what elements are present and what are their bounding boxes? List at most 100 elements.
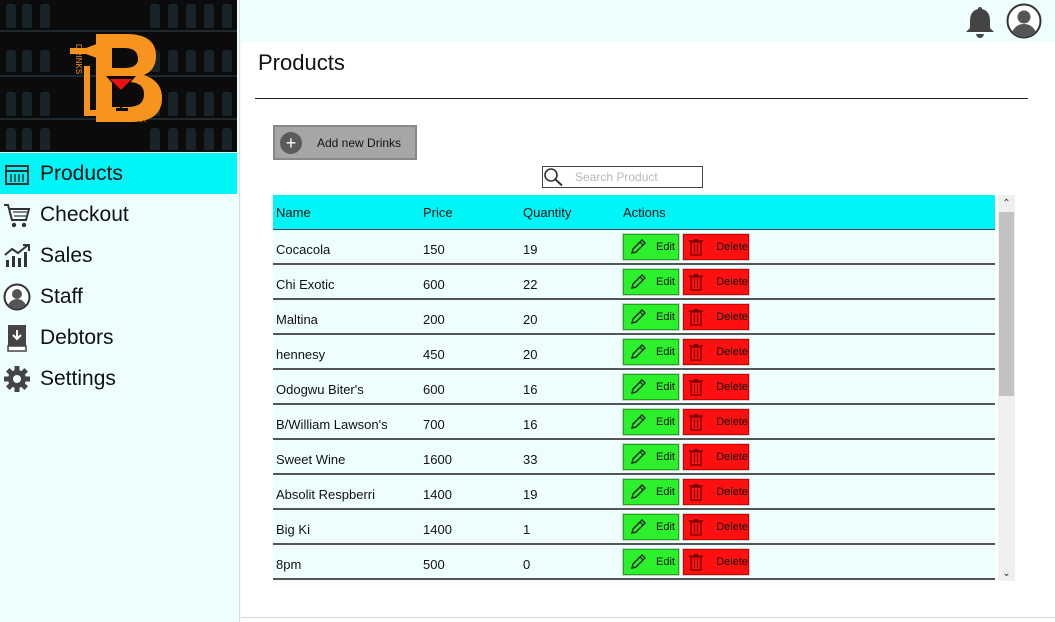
table-row: B/William Lawson's 700 16 Edit Delete <box>273 405 995 440</box>
add-new-drinks-button[interactable]: + Add new Drinks <box>273 125 417 160</box>
column-header-quantity: Quantity <box>523 204 572 220</box>
cell-name: Chi Exotic <box>276 277 335 292</box>
table-row: Sweet Wine 1600 33 Edit Delete <box>273 440 995 475</box>
delete-button[interactable]: Delete <box>683 478 749 505</box>
bottle-silhouette <box>22 92 32 116</box>
edit-button[interactable]: Edit <box>623 373 679 400</box>
table-row: Big Ki 1400 1 Edit Delete <box>273 510 995 545</box>
delete-button[interactable]: Delete <box>683 373 749 400</box>
delete-label: Delete <box>716 345 748 358</box>
bottle-silhouette <box>168 92 178 116</box>
user-avatar-icon[interactable] <box>1006 3 1042 39</box>
delete-button[interactable]: Delete <box>683 338 749 365</box>
bottle-silhouette <box>40 92 50 116</box>
sidebar-item-products[interactable]: Products <box>0 153 237 194</box>
delete-label: Delete <box>716 310 748 323</box>
bottle-silhouette <box>22 128 32 150</box>
bottle-silhouette <box>168 128 178 150</box>
bottle-silhouette <box>6 92 16 116</box>
edit-button[interactable]: Edit <box>623 408 679 435</box>
sidebar-nav: Products Checkout Sales Staff Debtors Setting… <box>0 153 237 399</box>
cell-actions: Edit Delete <box>623 443 823 470</box>
cell-price: 1400 <box>423 522 452 537</box>
delete-button[interactable]: Delete <box>683 548 749 575</box>
scroll-up-icon[interactable]: ⌃ <box>998 195 1015 211</box>
bottle-silhouette <box>186 50 196 72</box>
table-scrollbar[interactable]: ⌃ ⌄ <box>998 195 1015 581</box>
edit-button[interactable]: Edit <box>623 548 679 575</box>
cell-price: 200 <box>423 312 445 327</box>
cell-name: B/William Lawson's <box>276 417 388 432</box>
bottle-silhouette <box>168 4 178 28</box>
title-divider <box>255 98 1028 99</box>
cart-icon <box>2 200 32 230</box>
bottle-silhouette <box>222 50 232 72</box>
pencil-icon <box>628 412 648 432</box>
edit-button[interactable]: Edit <box>623 303 679 330</box>
trash-icon <box>688 482 704 502</box>
cell-quantity: 16 <box>523 417 538 432</box>
delete-button[interactable]: Delete <box>683 303 749 330</box>
drinks-bar-logo-icon: DRINKS BAR <box>70 34 162 124</box>
edit-button[interactable]: Edit <box>623 338 679 365</box>
edit-button[interactable]: Edit <box>623 478 679 505</box>
main-panel: Products + Add new Drinks Name Price Qua… <box>241 42 1055 622</box>
pencil-icon <box>628 517 648 537</box>
bottle-silhouette <box>168 50 178 72</box>
delete-button[interactable]: Delete <box>683 443 749 470</box>
cell-price: 600 <box>423 382 445 397</box>
edit-button[interactable]: Edit <box>623 233 679 260</box>
gear-icon <box>2 364 32 394</box>
delete-button[interactable]: Delete <box>683 268 749 295</box>
bottle-silhouette <box>222 92 232 116</box>
cell-actions: Edit Delete <box>623 513 823 540</box>
edit-label: Edit <box>656 240 675 253</box>
sidebar: DRINKS BAR Products Checkout Sales Staff Deb… <box>0 0 240 622</box>
delete-button[interactable]: Delete <box>683 408 749 435</box>
pencil-icon <box>628 342 648 362</box>
cell-price: 700 <box>423 417 445 432</box>
sidebar-item-staff[interactable]: Staff <box>0 276 237 317</box>
edit-label: Edit <box>656 275 675 288</box>
bottle-silhouette <box>22 4 32 28</box>
bottle-silhouette <box>204 50 214 72</box>
edit-button[interactable]: Edit <box>623 443 679 470</box>
delete-button[interactable]: Delete <box>683 513 749 540</box>
products-table: Name Price Quantity Actions Cocacola 150 1… <box>273 195 995 581</box>
pencil-icon <box>628 272 648 292</box>
delete-label: Delete <box>716 240 748 253</box>
cell-name: 8pm <box>276 557 302 572</box>
cell-price: 1600 <box>423 452 452 467</box>
table-row: Maltina 200 20 Edit Delete <box>273 300 995 335</box>
trash-icon <box>688 517 704 537</box>
bottle-silhouette <box>150 4 160 28</box>
scroll-thumb[interactable] <box>999 212 1014 396</box>
cell-name: Sweet Wine <box>276 452 346 467</box>
edit-label: Edit <box>656 555 675 568</box>
edit-button[interactable]: Edit <box>623 268 679 295</box>
sidebar-item-checkout[interactable]: Checkout <box>0 194 237 235</box>
sidebar-item-label: Staff <box>40 284 83 308</box>
table-row: Chi Exotic 600 22 Edit Delete <box>273 265 995 300</box>
sidebar-item-settings[interactable]: Settings <box>0 358 237 399</box>
search-input[interactable] <box>575 170 703 184</box>
bottle-silhouette <box>150 128 160 150</box>
delete-button[interactable]: Delete <box>683 233 749 260</box>
column-header-actions: Actions <box>623 204 666 220</box>
plus-icon: + <box>280 131 302 154</box>
sidebar-item-debtors[interactable]: Debtors <box>0 317 237 358</box>
cell-quantity: 20 <box>523 347 538 362</box>
bottle-silhouette <box>186 128 196 150</box>
cell-name: Big Ki <box>276 522 310 537</box>
cell-name: Cocacola <box>276 242 331 257</box>
bell-icon[interactable] <box>962 3 998 39</box>
edit-button[interactable]: Edit <box>623 513 679 540</box>
table-row: Cocacola 150 19 Edit Delete <box>273 230 995 265</box>
sidebar-item-sales[interactable]: Sales <box>0 235 237 276</box>
scroll-down-icon[interactable]: ⌄ <box>998 565 1015 581</box>
edit-label: Edit <box>656 310 675 323</box>
cell-name: Odogwu Biter's <box>276 382 364 397</box>
column-header-name: Name <box>276 204 311 220</box>
cell-actions: Edit Delete <box>623 268 823 295</box>
bottle-silhouette <box>204 92 214 116</box>
